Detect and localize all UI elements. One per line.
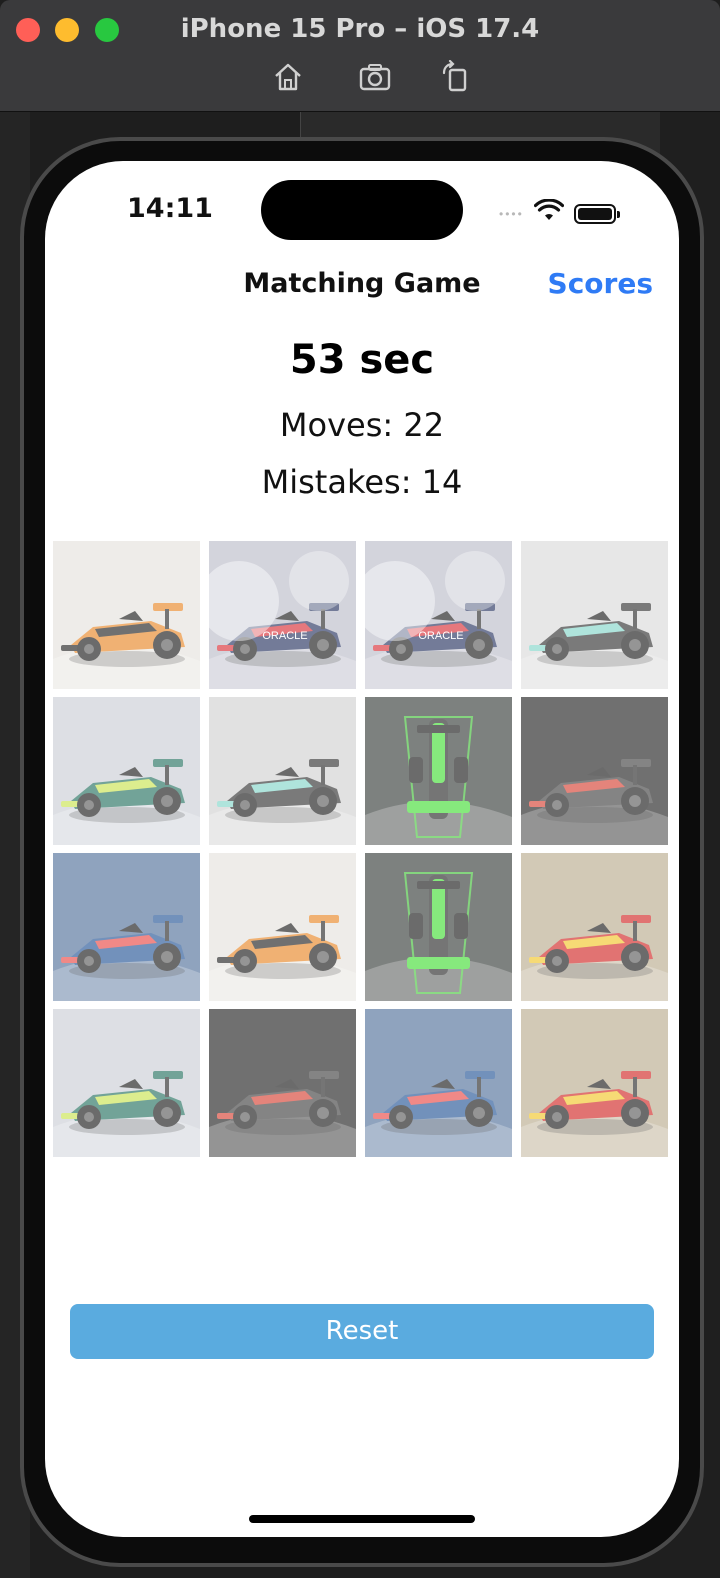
car-alpine-image	[365, 1009, 512, 1157]
card-grid: ORACLE ORACLE	[53, 541, 670, 1157]
car-redbull-image: ORACLE	[365, 541, 512, 689]
car-redbull-image: ORACLE	[209, 541, 356, 689]
card-sauber[interactable]	[365, 853, 512, 1001]
car-ferrari-image	[521, 853, 668, 1001]
car-haas-image	[521, 697, 668, 845]
car-mclaren-image	[209, 853, 356, 1001]
car-alpine-image	[53, 853, 200, 1001]
card-astonmartin[interactable]	[53, 697, 200, 845]
car-sponsor-label: ORACLE	[418, 630, 463, 642]
battery-icon	[573, 203, 620, 224]
card-redbull[interactable]: ORACLE	[365, 541, 512, 689]
car-ferrari-image	[521, 1009, 668, 1157]
car-astonmartin-image	[53, 697, 200, 845]
card-astonmartin[interactable]	[53, 1009, 200, 1157]
timer-label: 53 sec	[289, 337, 435, 383]
mistakes-label: Mistakes: 14	[261, 463, 463, 501]
home-icon[interactable]	[271, 60, 305, 94]
car-sponsor-label: ORACLE	[262, 630, 307, 642]
card-haas[interactable]	[521, 697, 668, 845]
device-screen: 14:11 •••• Matching Game Scores 53 sec M…	[45, 161, 679, 1537]
car-haas-image	[209, 1009, 356, 1157]
cellular-signal-icon: ••••	[499, 206, 524, 221]
dynamic-island	[261, 180, 463, 240]
status-time: 14:11	[127, 193, 213, 224]
card-alpine[interactable]	[365, 1009, 512, 1157]
wifi-icon	[533, 198, 564, 228]
card-mclaren[interactable]	[53, 541, 200, 689]
car-sauber-image	[365, 853, 512, 1001]
rotate-icon[interactable]	[438, 59, 472, 94]
moves-label: Moves: 22	[279, 406, 445, 444]
car-mclaren-image	[53, 541, 200, 689]
card-ferrari[interactable]	[521, 1009, 668, 1157]
car-mercedes-image	[521, 541, 668, 689]
car-astonmartin-image	[53, 1009, 200, 1157]
card-sauber[interactable]	[365, 697, 512, 845]
card-mercedes[interactable]	[521, 541, 668, 689]
simulator-titlebar: iPhone 15 Pro – iOS 17.4	[0, 0, 720, 112]
card-redbull[interactable]: ORACLE	[209, 541, 356, 689]
home-indicator[interactable]	[249, 1515, 475, 1523]
card-mclaren[interactable]	[209, 853, 356, 1001]
screenshot-icon[interactable]	[358, 60, 392, 94]
reset-button[interactable]: Reset	[70, 1304, 654, 1359]
scores-button[interactable]: Scores	[548, 267, 653, 300]
status-indicators: ••••	[499, 198, 620, 228]
car-sauber-image	[365, 697, 512, 845]
card-ferrari[interactable]	[521, 853, 668, 1001]
simulator-title: iPhone 15 Pro – iOS 17.4	[180, 14, 540, 44]
card-haas[interactable]	[209, 1009, 356, 1157]
car-mercedes-image	[209, 697, 356, 845]
card-mercedes[interactable]	[209, 697, 356, 845]
card-alpine[interactable]	[53, 853, 200, 1001]
